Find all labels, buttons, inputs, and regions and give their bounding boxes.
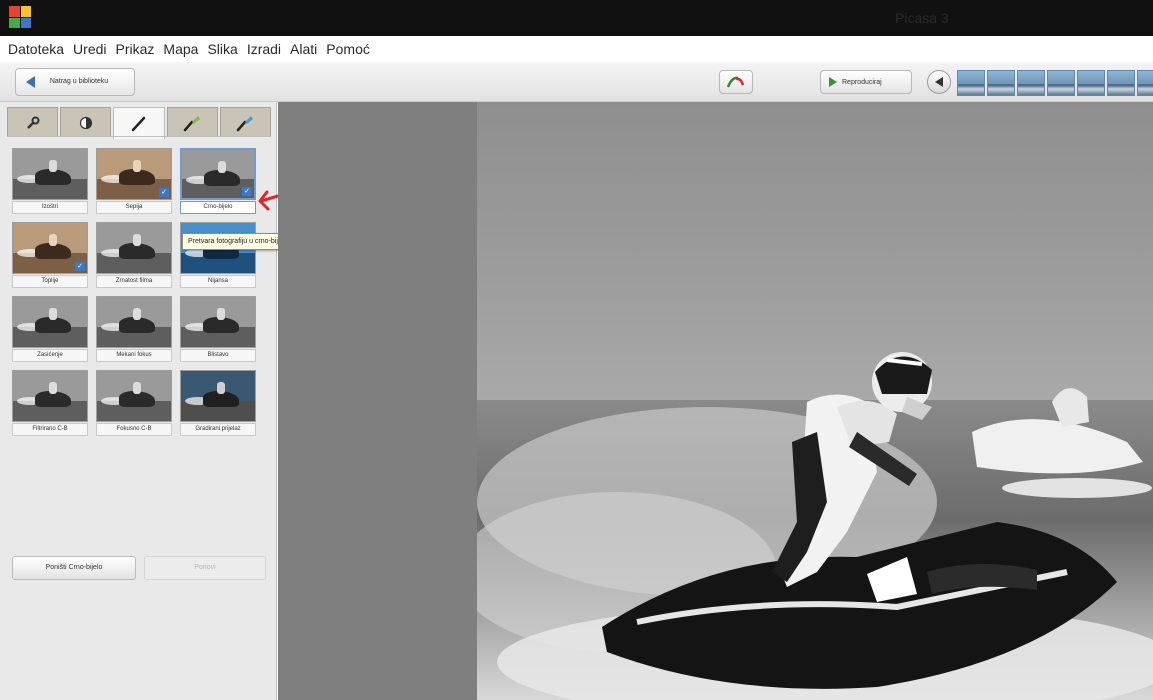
effect-thumbnail — [180, 296, 256, 348]
tab-effects-3[interactable] — [219, 107, 272, 137]
undo-black-white-button[interactable]: Poništi Crno-bijelo — [12, 556, 136, 580]
filmstrip — [957, 70, 1153, 96]
tab-effects-2[interactable] — [166, 107, 218, 137]
effect-label: Fokusno C-B — [96, 423, 172, 436]
effect-thumbnail — [180, 370, 256, 422]
redeye-button[interactable] — [719, 70, 753, 94]
effect-thumbnail: ✓ — [96, 148, 172, 200]
effect-label: Crno-bijelo — [180, 201, 256, 214]
tab-effects[interactable] — [113, 107, 165, 139]
effect-thumbnail — [96, 222, 172, 274]
effect-label: Zrnatost filma — [96, 275, 172, 288]
effect-tile[interactable]: Filtrirano C-B — [12, 370, 88, 436]
effect-label: Filtrirano C-B — [12, 423, 88, 436]
effect-tile[interactable]: Blistavo — [180, 296, 256, 362]
play-icon — [829, 77, 837, 87]
wrench-icon — [26, 116, 40, 129]
play-label: Reproduciraj — [842, 78, 882, 86]
tab-basic-fixes[interactable] — [7, 107, 59, 137]
menu-view[interactable]: Prikaz — [116, 41, 155, 57]
effect-label: Sepija — [96, 201, 172, 214]
back-arrow-icon — [26, 76, 35, 88]
photo-preview[interactable] — [477, 102, 1153, 700]
tabs-divider — [7, 136, 271, 137]
applied-check-icon: ✓ — [159, 188, 169, 197]
effect-tile[interactable]: Zasićenje — [12, 296, 88, 362]
effect-label: Blistavo — [180, 349, 256, 362]
effect-tile[interactable]: ✓ Sepija — [96, 148, 172, 214]
effect-label: Mekani fokus — [96, 349, 172, 362]
effect-tile[interactable]: Zrnatost filma — [96, 222, 172, 288]
effect-tile[interactable]: ✓ Toplije — [12, 222, 88, 288]
applied-check-icon: ✓ — [242, 187, 252, 196]
edit-panel: Izoštri ✓ Sepija ✓ Crno-bijelo ✓ Toplije Zrnato… — [0, 102, 277, 700]
window-title: Picasa 3 — [895, 10, 949, 26]
left-arrow-icon — [935, 77, 943, 87]
menu-picture[interactable]: Slika — [207, 41, 237, 57]
annotation-arrow-icon — [258, 190, 280, 211]
applied-check-icon: ✓ — [75, 262, 85, 271]
filmstrip-thumbnail[interactable] — [1137, 70, 1153, 96]
blue-brush-icon — [237, 115, 254, 131]
menu-create[interactable]: Izradi — [247, 41, 281, 57]
effect-tile[interactable]: ✓ Crno-bijelo — [180, 148, 256, 214]
edit-tabs — [7, 107, 272, 139]
menu-folder[interactable]: Mapa — [163, 41, 198, 57]
effect-thumbnail — [12, 296, 88, 348]
menu-bar: Datoteka Uredi Prikaz Mapa Slika Izradi … — [0, 36, 1153, 62]
effect-tile[interactable]: Gradirani prijelaz — [180, 370, 256, 436]
effect-tile[interactable]: Nijansa — [180, 222, 256, 288]
back-to-library-button[interactable]: Natrag u biblioteku — [15, 68, 135, 96]
picasa-logo-icon — [9, 6, 31, 28]
effect-thumbnail: ✓ — [180, 148, 256, 200]
filmstrip-thumbnail[interactable] — [1107, 70, 1135, 96]
redeye-icon — [726, 76, 745, 88]
brush-icon — [131, 116, 146, 131]
effect-label: Nijansa — [180, 275, 256, 288]
filmstrip-thumbnail[interactable] — [1077, 70, 1105, 96]
effect-thumbnail — [12, 148, 88, 200]
effect-thumbnail — [96, 296, 172, 348]
effect-tile[interactable]: Mekani fokus — [96, 296, 172, 362]
menu-tools[interactable]: Alati — [290, 41, 317, 57]
slideshow-play-button[interactable]: Reproduciraj — [820, 70, 912, 94]
title-bar: Picasa 3 — [0, 0, 1153, 36]
filmstrip-thumbnail[interactable] — [1017, 70, 1045, 96]
jetski-photo — [477, 352, 1153, 700]
filmstrip-thumbnail[interactable] — [957, 70, 985, 96]
menu-help[interactable]: Pomoć — [326, 41, 370, 57]
effect-tooltip: Pretvara fotografiju u crno-bijelu — [182, 233, 294, 250]
effect-thumbnail — [12, 370, 88, 422]
tab-tuning[interactable] — [60, 107, 112, 137]
effect-label: Gradirani prijelaz — [180, 423, 256, 436]
toolbar: Natrag u biblioteku Reproduciraj — [0, 62, 1153, 102]
menu-file[interactable]: Datoteka — [8, 41, 64, 57]
filmstrip-thumbnail[interactable] — [1047, 70, 1075, 96]
previous-photo-button[interactable] — [927, 70, 951, 94]
contrast-icon — [79, 116, 92, 129]
effect-tile[interactable]: Izoštri — [12, 148, 88, 214]
green-brush-icon — [183, 115, 201, 131]
photo-canvas — [278, 102, 1153, 700]
effect-tile[interactable]: Fokusno C-B — [96, 370, 172, 436]
redo-button[interactable]: Ponovi — [144, 556, 266, 580]
effects-grid: Izoštri ✓ Sepija ✓ Crno-bijelo ✓ Toplije Zrnato… — [12, 148, 264, 436]
menu-edit[interactable]: Uredi — [73, 41, 106, 57]
effect-thumbnail — [96, 370, 172, 422]
effect-thumbnail: ✓ — [12, 222, 88, 274]
back-to-library-label: Natrag u biblioteku — [49, 78, 109, 85]
effect-label: Izoštri — [12, 201, 88, 214]
effect-label: Zasićenje — [12, 349, 88, 362]
effect-label: Toplije — [12, 275, 88, 288]
filmstrip-thumbnail[interactable] — [987, 70, 1015, 96]
